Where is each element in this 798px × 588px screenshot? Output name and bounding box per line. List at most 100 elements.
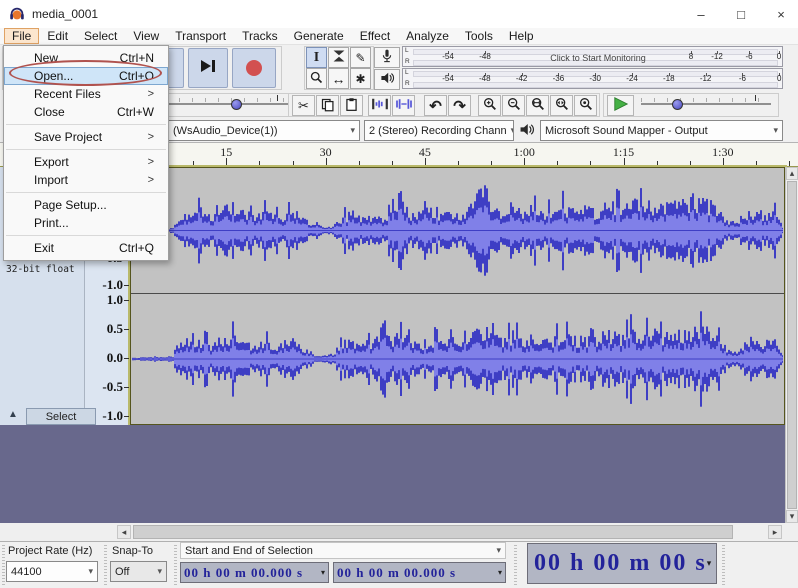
menubar-item-transport[interactable]: Transport — [167, 28, 234, 44]
trim-audio-button[interactable] — [368, 95, 391, 116]
recording-meter[interactable]: L R -54 -48 8 -12 -6 0 Click to Start Mon… — [402, 46, 783, 67]
undo-button[interactable]: ↶ — [424, 95, 447, 116]
toolbar-grip[interactable] — [2, 545, 5, 585]
toolbar-grip[interactable] — [514, 545, 517, 585]
playback-meter-button[interactable] — [374, 69, 400, 90]
toolbar-grip[interactable] — [104, 545, 107, 585]
menubar-item-select[interactable]: Select — [76, 28, 125, 44]
record-icon — [246, 60, 262, 76]
speaker-icon — [379, 70, 395, 89]
file-menu-item-import[interactable]: Import > — [4, 171, 168, 189]
menubar-item-help[interactable]: Help — [501, 28, 542, 44]
scroll-right-icon[interactable]: ▸ — [768, 525, 782, 539]
toolbar-grip[interactable] — [174, 545, 177, 585]
menubar-item-edit[interactable]: Edit — [39, 28, 76, 44]
toolbar-grip[interactable] — [722, 545, 725, 585]
file-menu-item-page-setup[interactable]: Page Setup... — [4, 196, 168, 214]
file-menu-item-save-project[interactable]: Save Project > — [4, 128, 168, 146]
selection-mode-select[interactable]: Start and End of Selection ▾ — [180, 542, 506, 559]
playback-device-select[interactable]: Microsoft Sound Mapper - Output ▾ — [540, 120, 783, 141]
silence-audio-button[interactable] — [392, 95, 415, 116]
file-menu-item-close[interactable]: Close Ctrl+W — [4, 103, 168, 121]
menubar-item-tracks[interactable]: Tracks — [234, 28, 286, 44]
monitoring-hint-text[interactable]: Click to Start Monitoring — [498, 53, 698, 63]
vertical-scrollbar[interactable]: ▴ ▾ — [785, 167, 798, 523]
playback-meter[interactable]: L R -54 -48 -42 -36 -30 -24 -18 -12 -6 0 — [402, 68, 783, 89]
project-rate-select[interactable]: 44100 ▾ — [6, 561, 98, 582]
menubar-item-generate[interactable]: Generate — [286, 28, 352, 44]
fit-project-button[interactable] — [550, 95, 573, 116]
file-menu-item-export[interactable]: Export > — [4, 153, 168, 171]
menu-item-label: Import — [34, 173, 69, 187]
ruler-value-label: 1.0 — [106, 292, 123, 307]
collapse-track-icon[interactable]: ▲ — [8, 409, 18, 420]
selection-tool-button[interactable]: I — [306, 47, 327, 68]
menubar-item-tools[interactable]: Tools — [457, 28, 501, 44]
multi-tool-button[interactable]: ✱ — [350, 68, 371, 89]
recording-volume-thumb[interactable] — [231, 99, 242, 110]
menubar-item-file[interactable]: File — [4, 28, 40, 44]
envelope-tool-button[interactable] — [328, 47, 349, 68]
meter-scale-label: -30 — [589, 74, 601, 83]
minimize-button[interactable]: – — [686, 4, 716, 24]
file-menu-item-recent-files[interactable]: Recent Files > — [4, 85, 168, 103]
maximize-button[interactable]: □ — [726, 4, 756, 24]
file-menu-item-new[interactable]: New Ctrl+N — [4, 49, 168, 67]
zoom-tool-button[interactable] — [306, 68, 327, 89]
redo-button[interactable]: ↷ — [448, 95, 471, 116]
recording-device-select[interactable]: (WsAudio_Device(1)) ▾ — [168, 120, 360, 141]
meter-scale-label: -18 — [663, 74, 675, 83]
audio-position-display[interactable]: 00 h 00 m 00 s ▾ — [527, 543, 717, 584]
menu-item-label: Close — [34, 105, 65, 119]
timeline-tick — [590, 161, 592, 166]
copy-button[interactable] — [316, 95, 339, 116]
meter-left-label: L — [405, 69, 409, 76]
recording-volume-slider[interactable] — [166, 103, 288, 105]
time-shift-tool-button[interactable]: ↔ — [328, 68, 349, 89]
waveform-channel-right[interactable] — [132, 295, 783, 423]
skip-to-end-button[interactable] — [188, 48, 228, 88]
paste-button[interactable] — [340, 95, 363, 116]
play-speed-thumb[interactable] — [672, 99, 683, 110]
menubar-item-view[interactable]: View — [125, 28, 167, 44]
snap-to-select[interactable]: Off ▾ — [110, 561, 167, 582]
zoom-in-button[interactable] — [478, 95, 501, 116]
zoom-in-icon — [482, 96, 498, 115]
file-menu-item-print[interactable]: Print... — [4, 214, 168, 232]
selection-end-field[interactable]: 00 h 00 m 00.000 s ▾ — [333, 562, 506, 583]
zoom-toggle-button[interactable] — [574, 95, 597, 116]
recording-device-value: (WsAudio_Device(1)) — [173, 124, 278, 137]
close-button[interactable]: × — [766, 4, 796, 24]
meter-right-label: R — [405, 80, 410, 87]
play-at-speed-button[interactable] — [607, 95, 634, 116]
timeline-tick — [193, 161, 195, 166]
recording-channels-select[interactable]: 2 (Stereo) Recording Chann ▾ — [364, 120, 514, 141]
timeline-label: 1:00 — [513, 145, 535, 159]
selection-start-value: 00 h 00 m 00.000 s — [184, 564, 304, 580]
chevron-down-icon: ▾ — [497, 568, 502, 577]
menubar-item-analyze[interactable]: Analyze — [398, 28, 457, 44]
fit-selection-button[interactable] — [526, 95, 549, 116]
file-menu-item-exit[interactable]: Exit Ctrl+Q — [4, 239, 168, 257]
draw-tool-button[interactable]: ✎ — [350, 47, 371, 68]
horizontal-scrollbar[interactable]: ◂ ▸ — [0, 523, 798, 541]
scroll-down-icon[interactable]: ▾ — [786, 510, 798, 523]
play-speed-slider[interactable] — [641, 103, 771, 105]
menu-shortcut: Ctrl+Q — [118, 241, 154, 255]
timeline-tick — [789, 161, 790, 166]
fit-selection-icon — [530, 96, 546, 115]
ruler-value-label: 0.5 — [106, 321, 123, 336]
scroll-left-icon[interactable]: ◂ — [117, 525, 131, 539]
scissors-icon: ✂ — [298, 97, 309, 113]
file-menu-item-open[interactable]: Open... Ctrl+O — [4, 67, 168, 85]
vertical-scroll-thumb[interactable] — [787, 181, 797, 509]
horizontal-scroll-thumb[interactable] — [133, 525, 733, 539]
waveform-channel-left[interactable] — [132, 169, 783, 292]
cut-button[interactable]: ✂ — [292, 95, 315, 116]
zoom-out-button[interactable] — [502, 95, 525, 116]
record-meter-button[interactable] — [374, 47, 400, 68]
scroll-up-icon[interactable]: ▴ — [786, 167, 798, 180]
menubar-item-effect[interactable]: Effect — [352, 28, 398, 44]
record-button[interactable] — [232, 48, 276, 88]
selection-start-field[interactable]: 00 h 00 m 00.000 s ▾ — [180, 562, 329, 583]
